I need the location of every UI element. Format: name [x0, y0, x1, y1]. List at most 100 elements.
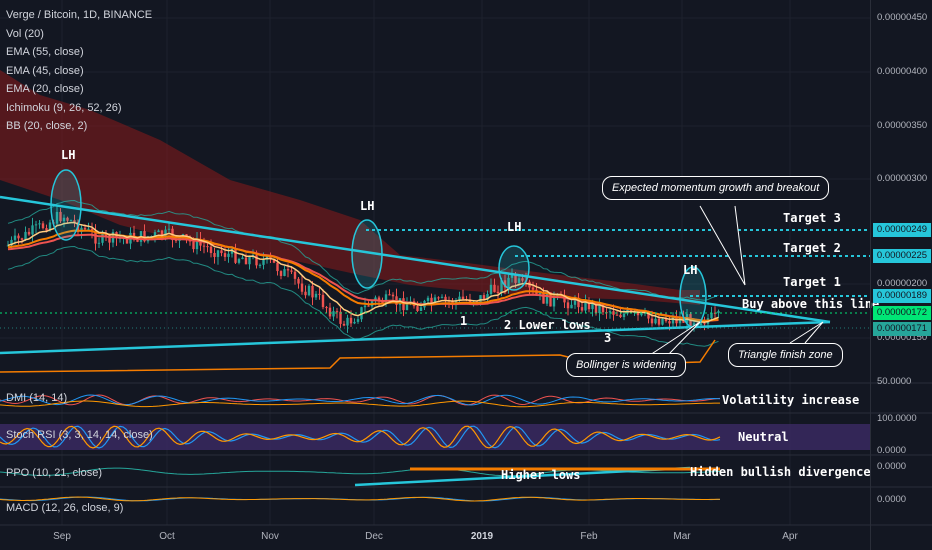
candle-body	[419, 307, 423, 312]
candle-body	[699, 323, 703, 326]
dmi-label[interactable]: DMI (14, 14)	[6, 392, 67, 404]
legend-ema45[interactable]: EMA (45, close)	[6, 62, 152, 81]
target-3-price-tag: 0.00000249	[873, 223, 931, 237]
candle-body	[668, 321, 671, 324]
chart-legend: Verge / Bitcoin, 1D, BINANCE Vol (20) EM…	[6, 6, 152, 136]
lh-ellipse-1	[50, 169, 82, 241]
target-2-price-tag: 0.00000225	[873, 249, 931, 263]
candle-body	[213, 252, 216, 257]
candle-body	[619, 314, 622, 318]
candle-body	[608, 311, 612, 313]
candle-body	[290, 270, 293, 272]
candle-body	[206, 246, 209, 248]
candle-body	[24, 231, 27, 240]
neutral-label: Neutral	[738, 430, 789, 444]
candle-body	[13, 235, 17, 240]
candle-body	[570, 304, 573, 309]
candle-body	[101, 233, 104, 243]
stoch-axis-top: 100.0000	[877, 413, 917, 424]
candle-body	[349, 317, 353, 324]
price-tick: 0.00000450	[877, 12, 928, 23]
candle-body	[202, 245, 206, 247]
candle-body	[174, 240, 178, 242]
candle-body	[650, 318, 654, 324]
legend-ema20[interactable]: EMA (20, close)	[6, 80, 152, 99]
low-3-label: 3	[604, 331, 612, 345]
candle-body	[258, 264, 262, 266]
candle-body	[157, 230, 160, 233]
candle-body	[580, 307, 584, 311]
candle-body	[167, 228, 171, 230]
price-tick: 0.00000400	[877, 66, 928, 77]
candle-body	[622, 313, 626, 318]
target-3-label: Target 3	[783, 211, 841, 225]
candle-body	[45, 228, 48, 231]
time-tick-year: 2019	[470, 531, 494, 542]
price-tick: 0.00000300	[877, 173, 928, 184]
symbol-title[interactable]: Verge / Bitcoin, 1D, BINANCE	[6, 6, 152, 25]
candle-body	[20, 238, 24, 240]
candle-body	[405, 304, 409, 311]
candle-body	[286, 269, 290, 271]
candle-body	[216, 250, 220, 257]
candle-body	[489, 284, 493, 295]
last-price-tag: 0.00000171	[873, 322, 931, 336]
candle-body	[612, 311, 615, 315]
ppo-label[interactable]: PPO (10, 21, close)	[6, 467, 102, 479]
candle-body	[248, 256, 251, 265]
candle-body	[703, 323, 706, 325]
candle-body	[598, 305, 601, 314]
candle-body	[332, 311, 335, 317]
lh-ellipse-2	[351, 219, 383, 289]
price-tick: 0.00000350	[877, 120, 928, 131]
candle-body	[307, 285, 311, 296]
candle-body	[346, 317, 349, 326]
stoch-rsi-label[interactable]: Stoch RSI (3, 3, 14, 14, close)	[6, 429, 153, 441]
lh-label-3: LH	[507, 220, 522, 234]
candle-body	[717, 311, 720, 314]
dmi-axis-tick: 50.0000	[877, 376, 912, 387]
candle-body	[38, 223, 41, 225]
lh-label-2: LH	[360, 199, 375, 213]
time-tick: Sep	[53, 531, 71, 542]
candle-body	[353, 321, 356, 324]
candle-body	[615, 314, 619, 316]
candle-body	[276, 262, 279, 272]
time-tick: Mar	[673, 531, 691, 542]
candle-body	[283, 269, 286, 276]
legend-ema55[interactable]: EMA (55, close)	[6, 43, 152, 62]
macd-label[interactable]: MACD (12, 26, close, 9)	[6, 502, 123, 514]
legend-ichimoku[interactable]: Ichimoku (9, 26, 52, 26)	[6, 99, 152, 118]
candle-body	[244, 257, 248, 265]
lh-label-1: LH	[61, 148, 76, 162]
candle-body	[356, 319, 360, 322]
time-tick: Nov	[261, 531, 279, 542]
candle-body	[293, 271, 297, 279]
legend-vol[interactable]: Vol (20)	[6, 25, 152, 44]
candle-body	[192, 241, 195, 250]
candle-body	[426, 297, 430, 301]
candle-body	[661, 318, 664, 325]
stoch-axis-bottom: 0.0000	[877, 445, 907, 456]
triangle-zone-callout[interactable]: Triangle finish zone	[728, 343, 843, 367]
candle-body	[227, 253, 230, 257]
price-tick: 0.00000200	[877, 278, 928, 289]
buy-price-tag: 0.00000172	[873, 306, 931, 320]
callout-pointer	[699, 205, 746, 286]
candle-body	[461, 296, 465, 300]
target-1-label: Target 1	[783, 275, 841, 289]
candle-body	[654, 318, 657, 324]
candle-body	[710, 312, 713, 319]
candle-body	[440, 296, 444, 298]
candle-body	[300, 283, 304, 292]
candle-body	[318, 293, 321, 295]
candle-body	[496, 291, 500, 294]
candle-body	[237, 259, 241, 263]
candle-body	[31, 225, 34, 235]
expected-breakout-callout[interactable]: Expected momentum growth and breakout	[602, 176, 830, 200]
bollinger-callout[interactable]: Bollinger is widening	[566, 353, 687, 377]
candle-body	[391, 294, 395, 297]
legend-bb[interactable]: BB (20, close, 2)	[6, 117, 152, 136]
candle-body	[640, 313, 643, 316]
candle-body	[437, 297, 440, 299]
